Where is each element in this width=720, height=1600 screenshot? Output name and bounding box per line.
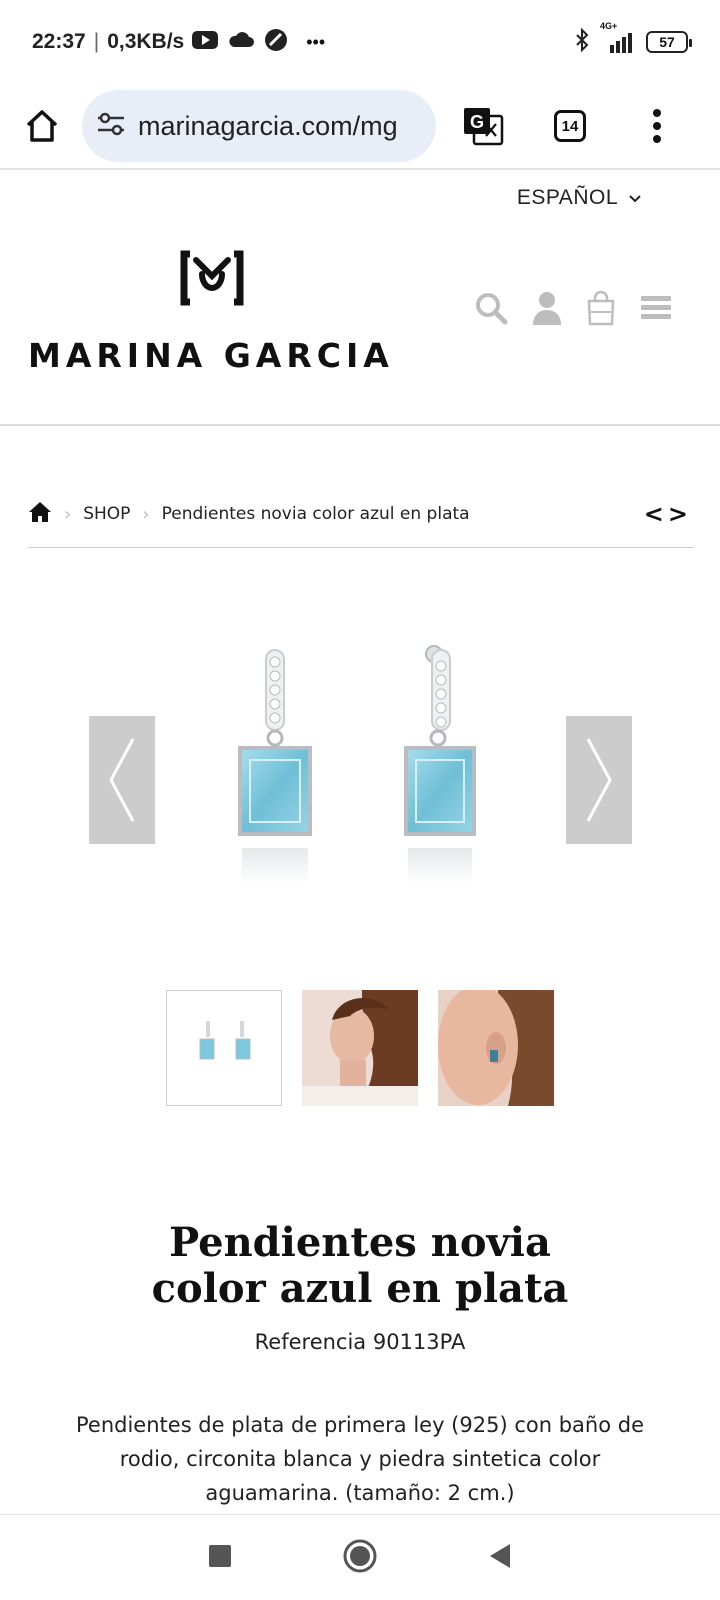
system-navigation-bar: [0, 1514, 720, 1600]
youtube-icon: [192, 30, 219, 55]
gallery-next-button[interactable]: [566, 716, 632, 844]
browser-toolbar: marinagarcia.com/mg G 14: [0, 84, 720, 170]
gallery-prev-button[interactable]: [89, 716, 155, 844]
url-text[interactable]: marinagarcia.com/mg: [138, 111, 398, 142]
back-icon[interactable]: [488, 1543, 512, 1573]
chevron-left-icon: [109, 738, 135, 822]
model-profile-thumb[interactable]: [302, 990, 418, 1106]
header-divider: [0, 424, 720, 426]
header-actions: [474, 290, 672, 330]
status-bar: 22:37 | 0,3KB/s ••• 4G+ 57: [0, 0, 720, 84]
translate-icon[interactable]: G: [462, 106, 504, 146]
product-description: Pendientes de plata de primera ley (925)…: [76, 1413, 644, 1505]
brand-name[interactable]: MARINA GARCIA: [28, 336, 394, 375]
earrings-product-thumb[interactable]: [166, 990, 282, 1106]
home-icon[interactable]: [22, 106, 62, 146]
chevron-right-icon: [586, 738, 612, 822]
address-bar[interactable]: marinagarcia.com/mg: [82, 90, 436, 162]
breadcrumb-home-icon[interactable]: [28, 501, 52, 528]
breadcrumb-divider: [28, 547, 694, 548]
bluetooth-icon: [574, 27, 590, 57]
recents-icon[interactable]: [208, 1544, 232, 1572]
thumbnail-strip: [166, 990, 554, 1106]
language-selector[interactable]: ESPAÑOL: [517, 186, 642, 210]
product-reference: Referencia 90113PA: [254, 1330, 466, 1354]
bag-icon[interactable]: [586, 290, 616, 330]
breadcrumb: › SHOP › Pendientes novia color azul en …: [28, 500, 692, 528]
home-circle-icon[interactable]: [342, 1538, 378, 1578]
tabs-icon[interactable]: 14: [554, 110, 586, 142]
menu-kebab-icon[interactable]: [652, 108, 662, 144]
hamburger-icon[interactable]: [640, 294, 672, 326]
signal-icon: 4G+: [600, 21, 636, 53]
breadcrumb-separator-icon: ›: [142, 503, 150, 525]
breadcrumb-separator-icon: ›: [64, 503, 72, 525]
cloud-icon: [228, 31, 255, 54]
user-icon[interactable]: [532, 291, 562, 329]
breadcrumb-shop[interactable]: SHOP: [83, 504, 130, 524]
battery-indicator: 57: [646, 31, 692, 53]
more-notifications: •••: [306, 31, 326, 52]
language-label[interactable]: ESPAÑOL: [517, 186, 618, 210]
svg-text:G: G: [470, 112, 484, 132]
breadcrumb-current: Pendientes novia color azul en plata: [161, 504, 470, 524]
network-speed: 0,3KB/s: [107, 30, 185, 53]
chevron-down-icon: [628, 186, 642, 210]
sync-icon: [264, 28, 288, 57]
product-title: Pendientes novia color azul en plata: [151, 1219, 569, 1312]
search-icon[interactable]: [474, 291, 508, 329]
tab-count[interactable]: 14: [554, 110, 586, 142]
logo-icon[interactable]: [180, 250, 244, 310]
clock: 22:37: [32, 30, 86, 53]
site-settings-icon[interactable]: [96, 111, 126, 141]
model-closeup-thumb[interactable]: [438, 990, 554, 1106]
prev-next-product-arrows[interactable]: <>: [644, 500, 692, 528]
product-main-image[interactable]: [220, 640, 500, 920]
